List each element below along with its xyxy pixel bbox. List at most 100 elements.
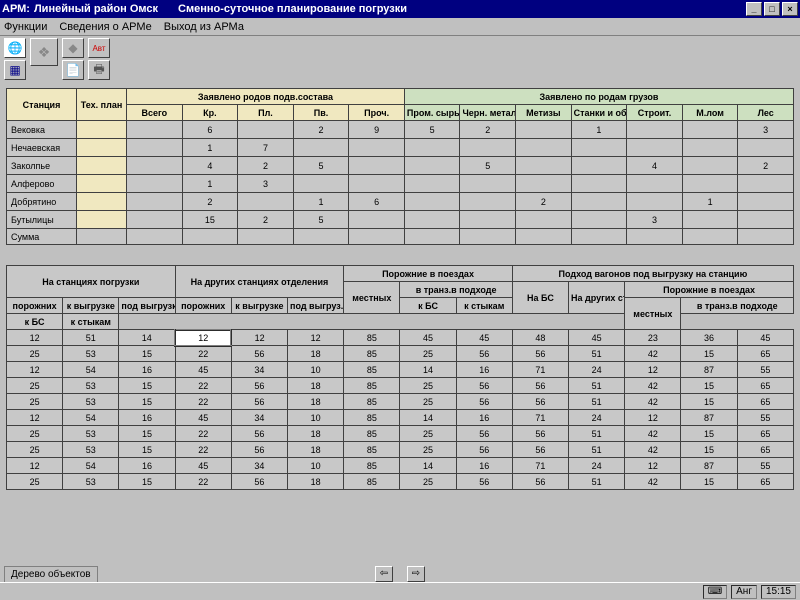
data-cell[interactable]: 2 xyxy=(738,157,794,175)
data-cell[interactable] xyxy=(460,211,516,229)
data-cell[interactable]: 34 xyxy=(231,458,287,474)
data-cell[interactable]: 25 xyxy=(400,394,456,410)
print-icon[interactable]: 🖶 xyxy=(88,60,110,80)
data-cell[interactable]: 53 xyxy=(63,442,119,458)
lang-indicator[interactable]: Анг xyxy=(731,585,757,599)
data-cell[interactable]: 54 xyxy=(63,458,119,474)
data-cell[interactable]: 71 xyxy=(512,362,568,378)
data-cell[interactable]: 12 xyxy=(7,362,63,378)
data-cell[interactable] xyxy=(127,121,183,139)
data-cell[interactable] xyxy=(738,193,794,211)
data-cell[interactable]: 87 xyxy=(681,410,737,426)
data-cell[interactable]: 15 xyxy=(681,346,737,362)
data-cell[interactable]: 51 xyxy=(63,330,119,346)
data-cell[interactable]: 85 xyxy=(344,410,400,426)
data-cell[interactable]: 2 xyxy=(238,211,294,229)
data-cell[interactable] xyxy=(627,139,683,157)
data-cell[interactable]: 56 xyxy=(456,442,512,458)
data-cell[interactable] xyxy=(238,193,294,211)
data-cell[interactable] xyxy=(293,139,349,157)
data-cell[interactable]: 56 xyxy=(456,394,512,410)
data-cell[interactable]: 56 xyxy=(456,474,512,490)
station-cell[interactable]: Добрятино xyxy=(7,193,77,211)
data-cell[interactable] xyxy=(349,175,405,193)
data-cell[interactable]: 2 xyxy=(293,121,349,139)
data-cell[interactable]: 5 xyxy=(460,157,516,175)
station-icon[interactable]: ◆ xyxy=(62,38,84,58)
data-cell[interactable]: 9 xyxy=(349,121,405,139)
data-cell[interactable] xyxy=(571,193,627,211)
data-cell[interactable]: 22 xyxy=(175,346,231,362)
data-cell[interactable]: 25 xyxy=(7,378,63,394)
data-cell[interactable] xyxy=(682,157,738,175)
data-cell[interactable]: 18 xyxy=(288,394,344,410)
data-cell[interactable]: 1 xyxy=(682,193,738,211)
data-cell[interactable]: 12 xyxy=(7,410,63,426)
data-cell[interactable]: 7 xyxy=(238,139,294,157)
data-cell[interactable]: 15 xyxy=(119,426,175,442)
data-cell[interactable]: 65 xyxy=(737,378,793,394)
data-cell[interactable] xyxy=(77,157,127,175)
station-cell[interactable]: Бутылицы xyxy=(7,211,77,229)
station-cell[interactable]: Заколпье xyxy=(7,157,77,175)
data-cell[interactable]: 10 xyxy=(288,410,344,426)
data-cell[interactable]: 85 xyxy=(344,458,400,474)
document-icon[interactable]: 📄 xyxy=(62,60,84,80)
data-cell[interactable] xyxy=(293,175,349,193)
data-cell[interactable]: 12 xyxy=(625,410,681,426)
data-cell[interactable]: 4 xyxy=(627,157,683,175)
data-cell[interactable]: 12 xyxy=(288,330,344,346)
data-cell[interactable]: 53 xyxy=(63,378,119,394)
data-cell[interactable]: 65 xyxy=(737,394,793,410)
data-cell[interactable]: 15 xyxy=(681,442,737,458)
region-map-icon[interactable]: ❖ xyxy=(30,38,58,66)
data-cell[interactable]: 16 xyxy=(456,458,512,474)
data-cell[interactable]: 2 xyxy=(182,193,238,211)
data-cell[interactable]: 65 xyxy=(737,346,793,362)
data-cell[interactable]: 42 xyxy=(625,346,681,362)
data-cell[interactable]: 65 xyxy=(737,426,793,442)
data-cell[interactable] xyxy=(349,157,405,175)
menu-exit[interactable]: Выход из АРМа xyxy=(164,21,244,33)
data-cell[interactable]: 48 xyxy=(512,330,568,346)
data-cell[interactable] xyxy=(77,193,127,211)
data-cell[interactable]: 85 xyxy=(344,378,400,394)
data-cell[interactable]: 56 xyxy=(231,474,287,490)
data-cell[interactable]: 85 xyxy=(344,426,400,442)
data-cell[interactable]: 3 xyxy=(627,211,683,229)
data-cell[interactable]: 18 xyxy=(288,474,344,490)
data-cell[interactable]: 51 xyxy=(569,394,625,410)
data-cell[interactable]: 45 xyxy=(175,458,231,474)
data-cell[interactable] xyxy=(77,175,127,193)
data-cell[interactable]: 3 xyxy=(738,121,794,139)
data-cell[interactable]: 15 xyxy=(681,426,737,442)
data-cell[interactable] xyxy=(460,175,516,193)
data-cell[interactable] xyxy=(682,211,738,229)
minimize-button[interactable]: _ xyxy=(746,2,762,16)
data-cell[interactable]: 55 xyxy=(737,410,793,426)
data-cell[interactable]: 18 xyxy=(288,426,344,442)
data-cell[interactable] xyxy=(682,139,738,157)
data-cell[interactable]: 25 xyxy=(400,442,456,458)
data-cell[interactable]: 54 xyxy=(63,410,119,426)
scroll-right-icon[interactable]: ⇨ xyxy=(407,566,425,582)
data-cell[interactable]: 24 xyxy=(569,410,625,426)
menu-about[interactable]: Сведения о АРМе xyxy=(59,21,151,33)
data-cell[interactable]: 53 xyxy=(63,426,119,442)
data-cell[interactable]: 85 xyxy=(344,474,400,490)
data-cell[interactable]: 42 xyxy=(625,378,681,394)
data-cell[interactable]: 12 xyxy=(7,330,63,346)
data-cell[interactable]: 1 xyxy=(571,121,627,139)
data-cell[interactable] xyxy=(404,193,460,211)
data-cell[interactable]: 12 xyxy=(625,362,681,378)
data-cell[interactable] xyxy=(516,157,572,175)
data-cell[interactable]: 25 xyxy=(400,346,456,362)
data-cell[interactable]: 15 xyxy=(119,346,175,362)
data-cell[interactable]: 15 xyxy=(119,442,175,458)
data-cell[interactable]: 51 xyxy=(569,426,625,442)
data-cell[interactable] xyxy=(571,139,627,157)
data-cell[interactable]: 45 xyxy=(569,330,625,346)
data-cell[interactable]: 12 xyxy=(175,330,231,346)
data-cell[interactable]: 56 xyxy=(456,378,512,394)
data-cell[interactable] xyxy=(77,121,127,139)
